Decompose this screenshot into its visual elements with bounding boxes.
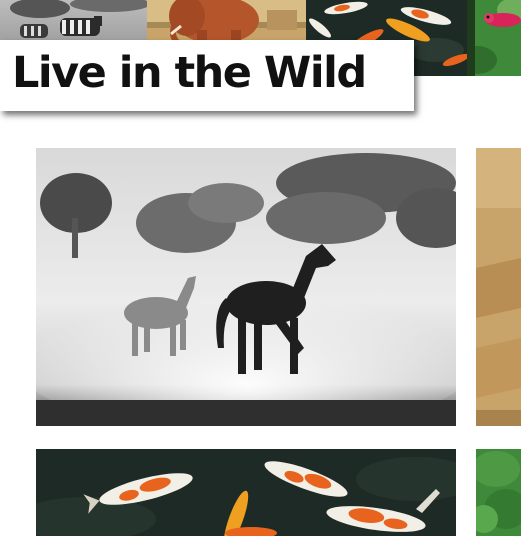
horses-photo-icon	[36, 148, 456, 426]
gallery-card-horses[interactable]	[36, 148, 456, 426]
foliage-photo-icon	[476, 449, 521, 536]
thumbnail-bird[interactable]	[467, 0, 521, 76]
bird-photo-icon	[467, 0, 521, 76]
gallery-page: Live in the Wild	[0, 0, 521, 536]
koi-photo-icon	[36, 449, 456, 536]
field-photo-icon	[476, 148, 521, 426]
gallery-card-field[interactable]	[476, 148, 521, 426]
page-title: Live in the Wild	[12, 48, 367, 98]
title-banner: Live in the Wild	[0, 40, 414, 111]
gallery-card-koi[interactable]	[36, 449, 456, 536]
gallery-card-foliage[interactable]	[476, 449, 521, 536]
